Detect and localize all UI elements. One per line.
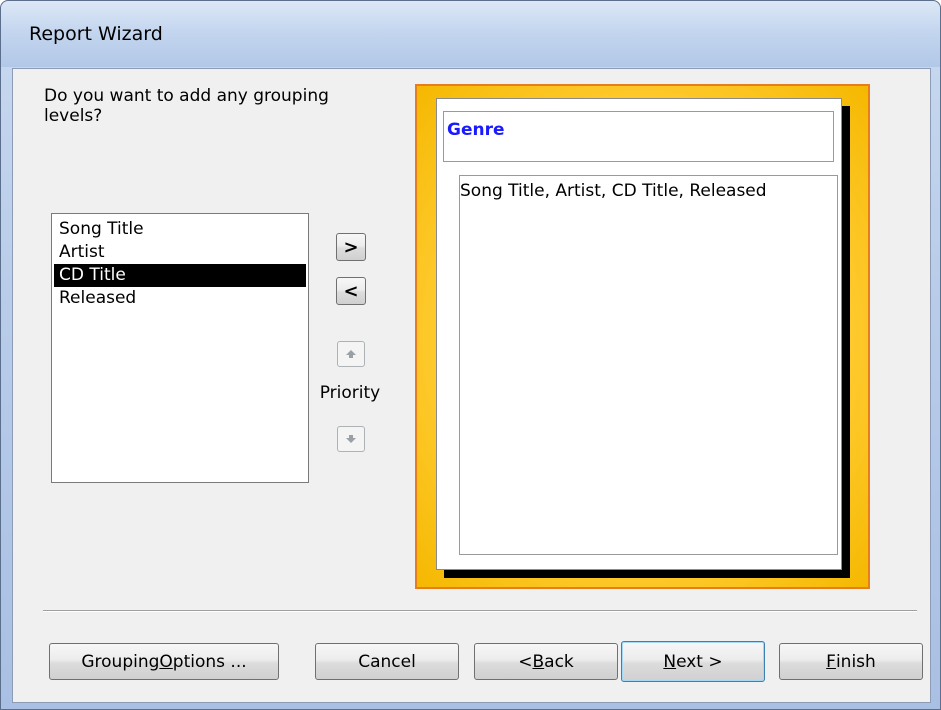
remove-grouping-button[interactable]: < — [336, 277, 366, 305]
group-header-box: Genre — [443, 111, 834, 162]
detail-fields-label: Song Title, Artist, CD Title, Released — [460, 181, 767, 201]
group-header-label: Genre — [447, 120, 505, 140]
wizard-client-area: Do you want to add any grouping levels? … — [12, 68, 931, 703]
priority-down-button[interactable] — [337, 426, 365, 452]
back-label-pre: < — [518, 651, 533, 672]
list-item-selected[interactable]: CD Title — [54, 264, 306, 287]
report-preview-frame: Genre Song Title, Artist, CD Title, Rele… — [415, 84, 870, 589]
up-arrow-icon — [346, 350, 356, 358]
grouping-options-label-post: ptions ... — [172, 651, 247, 672]
back-button[interactable]: < Back — [474, 643, 618, 680]
list-item[interactable]: Artist — [54, 241, 306, 264]
next-accesskey: N — [663, 651, 677, 672]
finish-button[interactable]: Finish — [779, 643, 923, 680]
report-preview-page: Genre Song Title, Artist, CD Title, Rele… — [436, 98, 842, 570]
report-wizard-window: Report Wizard Do you want to add any gro… — [0, 0, 941, 710]
finish-label-post: inish — [835, 651, 876, 672]
list-item[interactable]: Released — [54, 287, 306, 310]
priority-up-button[interactable] — [337, 341, 365, 367]
grouping-options-label-pre: Grouping — [81, 651, 160, 672]
footer-separator — [43, 610, 917, 612]
cancel-button[interactable]: Cancel — [315, 643, 459, 680]
next-label-post: ext > — [676, 651, 723, 672]
priority-label: Priority — [319, 383, 381, 403]
list-item[interactable]: Song Title — [54, 218, 306, 241]
window-title: Report Wizard — [29, 23, 163, 45]
detail-fields-box: Song Title, Artist, CD Title, Released — [459, 175, 838, 555]
grouping-options-button[interactable]: Grouping Options ... — [49, 643, 279, 680]
available-fields-list[interactable]: Song Title Artist CD Title Released — [51, 213, 309, 483]
add-grouping-button[interactable]: > — [336, 233, 366, 261]
title-bar[interactable]: Report Wizard — [1, 1, 940, 67]
back-accesskey: B — [532, 651, 545, 672]
next-button[interactable]: Next > — [621, 641, 765, 682]
back-label-post: ack — [544, 651, 574, 672]
finish-accesskey: F — [826, 651, 836, 672]
down-arrow-icon — [346, 435, 356, 443]
wizard-question: Do you want to add any grouping levels? — [44, 86, 329, 126]
grouping-options-accesskey: O — [159, 651, 173, 672]
